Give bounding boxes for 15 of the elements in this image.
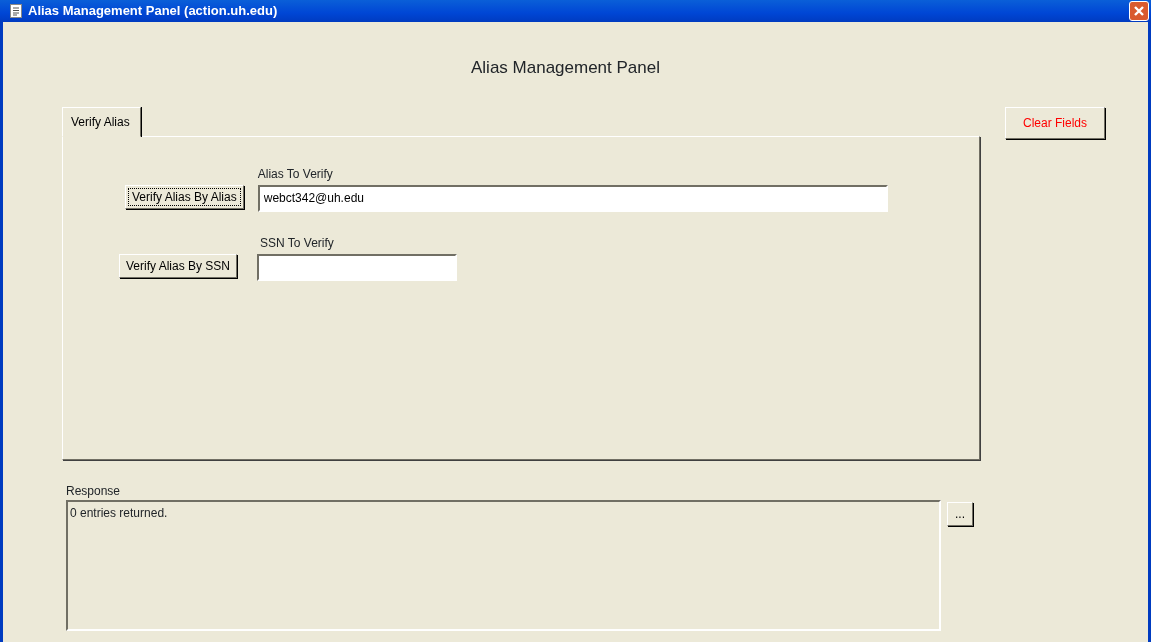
window-title: Alias Management Panel (action.uh.edu): [28, 2, 278, 21]
more-button[interactable]: ...: [947, 501, 973, 526]
close-button[interactable]: [1129, 1, 1149, 21]
input-field[interactable]: webct342@uh.edu: [257, 184, 888, 212]
panel-heading: Alias Management Panel: [471, 58, 660, 77]
input-field[interactable]: [257, 253, 458, 281]
verify-button[interactable]: Verify Alias By SSN: [119, 253, 238, 278]
field-label: SSN To Verify: [260, 234, 335, 252]
verify-button[interactable]: Verify Alias By Alias: [125, 184, 244, 209]
tab[interactable]: Verify Alias: [62, 106, 141, 137]
response-label: Response: [66, 482, 122, 500]
document-icon: [10, 4, 22, 18]
close-icon: [1133, 5, 1145, 17]
response-text: 0 entries returned.: [70, 505, 168, 520]
field-label: Alias To Verify: [257, 165, 334, 183]
